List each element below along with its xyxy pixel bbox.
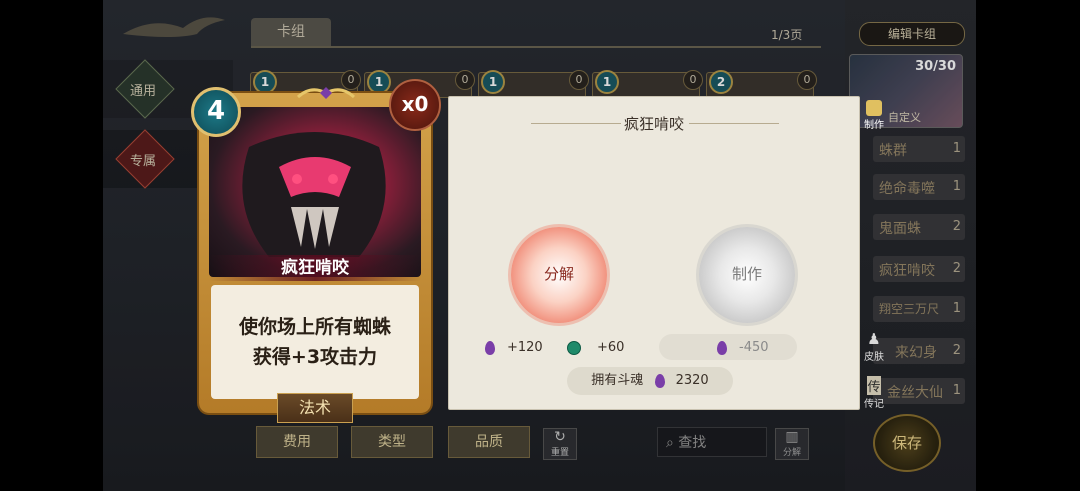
craft-cost-value: -450 — [739, 340, 769, 355]
reward-green-value: +60 — [597, 340, 625, 355]
card-art-image — [209, 107, 421, 277]
soul-icon — [655, 373, 666, 388]
scroll-icon — [866, 100, 882, 116]
owned-soul-label: 拥有斗魂 — [591, 373, 644, 388]
spider-creature-icon — [242, 132, 386, 257]
card-type: 法术 — [277, 393, 353, 423]
card-cost-gem: 4 — [191, 87, 241, 137]
card-text-box: 使你场上所有蜘蛛 获得+3攻击力 — [211, 285, 419, 399]
reward-soul-value: +120 — [507, 340, 543, 355]
craft-cost: -450 — [717, 337, 769, 359]
green-orb-icon — [567, 340, 581, 355]
screen: 卡组 1/3页 通用 专属 1 0 1 0 1 0 1 0 2 0 编辑卡组 3… — [0, 0, 1080, 491]
owned-soul-value: 2320 — [675, 373, 709, 388]
soul-icon — [485, 340, 495, 355]
disenchant-label: 分解 — [543, 265, 574, 283]
soul-icon — [717, 340, 727, 355]
craft-tab-label: 制作 — [864, 120, 884, 131]
card-ornament-icon — [296, 87, 356, 99]
card-text-line1: 使你场上所有蜘蛛 — [238, 316, 391, 338]
card-detail-panel: 疯狂啃咬 分解 制作 +120 +60 -450 拥有斗魂 2320 — [448, 96, 860, 410]
card-preview: 疯狂啃咬 使你场上所有蜘蛛 获得+3攻击力 法术 4 — [191, 87, 431, 423]
craft-tab[interactable]: 制作 — [860, 100, 888, 140]
reward-green: +60 — [567, 337, 624, 359]
reward-soul: +120 — [485, 337, 543, 359]
card-text-line2: 获得+3攻击力 — [252, 346, 378, 368]
title-divider-right — [689, 123, 779, 124]
card-name: 疯狂啃咬 — [209, 255, 421, 281]
craft-button[interactable]: 制作 — [699, 227, 795, 323]
craft-label: 制作 — [731, 265, 762, 283]
owned-soul: 拥有斗魂 2320 — [567, 367, 733, 395]
disenchant-button[interactable]: 分解 — [511, 227, 607, 323]
owned-count-badge: x0 — [389, 79, 441, 131]
panel-title: 疯狂啃咬 — [623, 115, 684, 133]
